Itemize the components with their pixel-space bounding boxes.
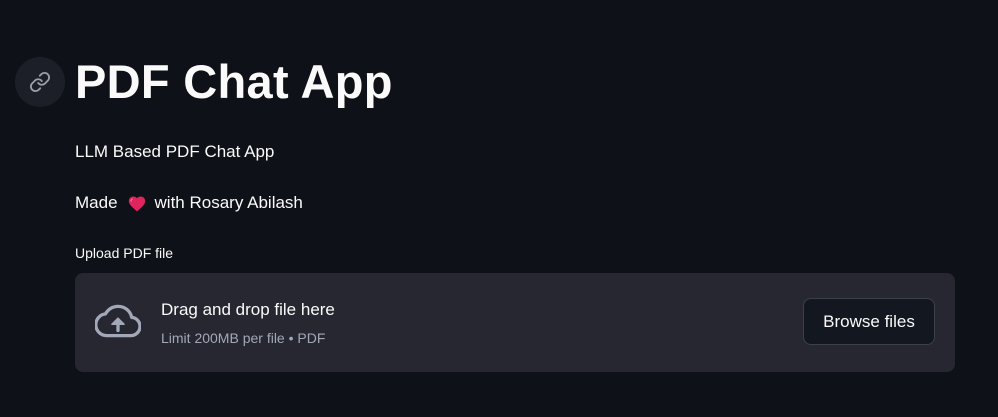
header-anchor-link[interactable] [15, 57, 65, 107]
page-title: PDF Chat App [75, 55, 393, 108]
credit-suffix: with Rosary Abilash [154, 193, 303, 212]
browse-files-button[interactable]: Browse files [803, 298, 935, 345]
drop-text: Drag and drop file here [161, 300, 335, 319]
credit-prefix: Made [75, 193, 118, 212]
cloud-upload-icon [95, 304, 141, 338]
dropzone-instructions: Drag and drop file here Limit 200MB per … [161, 298, 335, 348]
file-dropzone[interactable]: Drag and drop file here Limit 200MB per … [75, 273, 955, 372]
link-icon [29, 71, 51, 93]
credit-line: Made with Rosary Abilash [75, 191, 303, 215]
app-subtitle: LLM Based PDF Chat App [75, 142, 275, 161]
file-limit-text: Limit 200MB per file • PDF [161, 330, 326, 346]
upload-label: Upload PDF file [75, 245, 174, 261]
heart-icon [127, 194, 147, 212]
app-page: PDF Chat App LLM Based PDF Chat App Made… [0, 0, 998, 417]
